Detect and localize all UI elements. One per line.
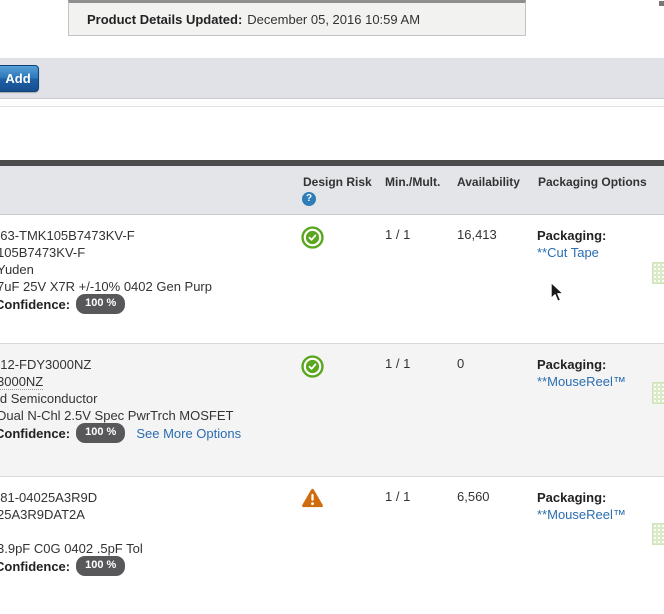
manufacturer-name	[0, 523, 290, 540]
packaging-link[interactable]: **MouseReel™	[537, 373, 626, 390]
availability-value: 0	[457, 356, 464, 371]
min-mult-value: 1 / 1	[385, 227, 410, 242]
part-info-cell: 963-TMK105B7473KV-F 105B7473KV-F Yuden 7…	[0, 227, 290, 313]
table-body: 963-TMK105B7473KV-F 105B7473KV-F Yuden 7…	[0, 215, 664, 614]
confidence-label: Confidence:	[0, 296, 70, 313]
min-mult-value: 1 / 1	[385, 356, 410, 371]
packaging-label: Packaging:	[537, 356, 626, 373]
clipped-row-action-button[interactable]	[652, 262, 664, 284]
packaging-label: Packaging:	[537, 489, 626, 506]
part-info-cell: 512-FDY3000NZ 3000NZ ld Semiconductor Du…	[0, 356, 290, 442]
table-header: Design Risk Min./Mult. Availability Pack…	[0, 166, 664, 215]
toolbar: Add	[0, 58, 664, 99]
packaging-link[interactable]: **MouseReel™	[537, 506, 626, 523]
confidence-badge: 100 %	[76, 294, 125, 314]
mouser-part-number: 963-TMK105B7473KV-F	[0, 227, 290, 244]
add-button[interactable]: Add	[0, 65, 39, 92]
part-description: 3.9pF C0G 0402 .5pF Tol	[0, 540, 290, 557]
availability-value: 16,413	[457, 227, 497, 242]
clipped-row-action-button[interactable]	[652, 523, 664, 545]
updated-value: December 05, 2016 10:59 AM	[247, 12, 420, 27]
mfr-part-number: 3000NZ	[0, 373, 290, 390]
design-risk-help-icon[interactable]: ?	[302, 192, 316, 206]
design-risk-warning-icon	[301, 488, 324, 514]
mouser-part-number: 512-FDY3000NZ	[0, 356, 290, 373]
confidence-badge: 100 %	[76, 556, 125, 576]
column-header-packaging-options: Packaging Options	[538, 175, 647, 189]
design-risk-ok-icon	[301, 226, 324, 254]
clipped-corner-element	[659, 1, 664, 6]
mfr-part-number: 25A3R9DAT2A	[0, 506, 290, 523]
packaging-link[interactable]: **Cut Tape	[537, 244, 606, 261]
confidence-label: Confidence:	[0, 425, 70, 442]
column-header-availability: Availability	[457, 175, 520, 189]
packaging-label: Packaging:	[537, 227, 606, 244]
table-row: 581-04025A3R9D 25A3R9DAT2A 3.9pF C0G 040…	[0, 477, 664, 614]
packaging-cell: Packaging: **MouseReel™	[537, 356, 626, 390]
min-mult-value: 1 / 1	[385, 489, 410, 504]
page: Product Details Updated: December 05, 20…	[0, 0, 664, 614]
column-header-min-mult: Min./Mult.	[385, 175, 440, 189]
part-description: Dual N-Chl 2.5V Spec PwrTrch MOSFET	[0, 407, 290, 424]
availability-value: 6,560	[457, 489, 490, 504]
part-description: 7uF 25V X7R +/-10% 0402 Gen Purp	[0, 278, 290, 295]
mouser-part-number: 581-04025A3R9D	[0, 489, 290, 506]
updated-label: Product Details Updated:	[87, 12, 242, 27]
mfr-part-number: 105B7473KV-F	[0, 244, 290, 261]
confidence-badge: 100 %	[76, 423, 125, 443]
column-header-design-risk: Design Risk	[303, 175, 372, 189]
design-risk-ok-icon	[301, 355, 324, 383]
manufacturer-name: Yuden	[0, 261, 290, 278]
table-row: 512-FDY3000NZ 3000NZ ld Semiconductor Du…	[0, 343, 664, 477]
product-details-updated-bar: Product Details Updated: December 05, 20…	[68, 0, 526, 36]
packaging-cell: Packaging: **MouseReel™	[537, 489, 626, 523]
manufacturer-name: ld Semiconductor	[0, 390, 290, 407]
clipped-row-action-button[interactable]	[652, 382, 664, 404]
table-row: 963-TMK105B7473KV-F 105B7473KV-F Yuden 7…	[0, 215, 664, 343]
see-more-options-link[interactable]: See More Options	[136, 425, 241, 442]
confidence-label: Confidence:	[0, 558, 70, 575]
toolbar-divider	[0, 100, 664, 107]
packaging-cell: Packaging: **Cut Tape	[537, 227, 606, 261]
part-info-cell: 581-04025A3R9D 25A3R9DAT2A 3.9pF C0G 040…	[0, 489, 290, 575]
